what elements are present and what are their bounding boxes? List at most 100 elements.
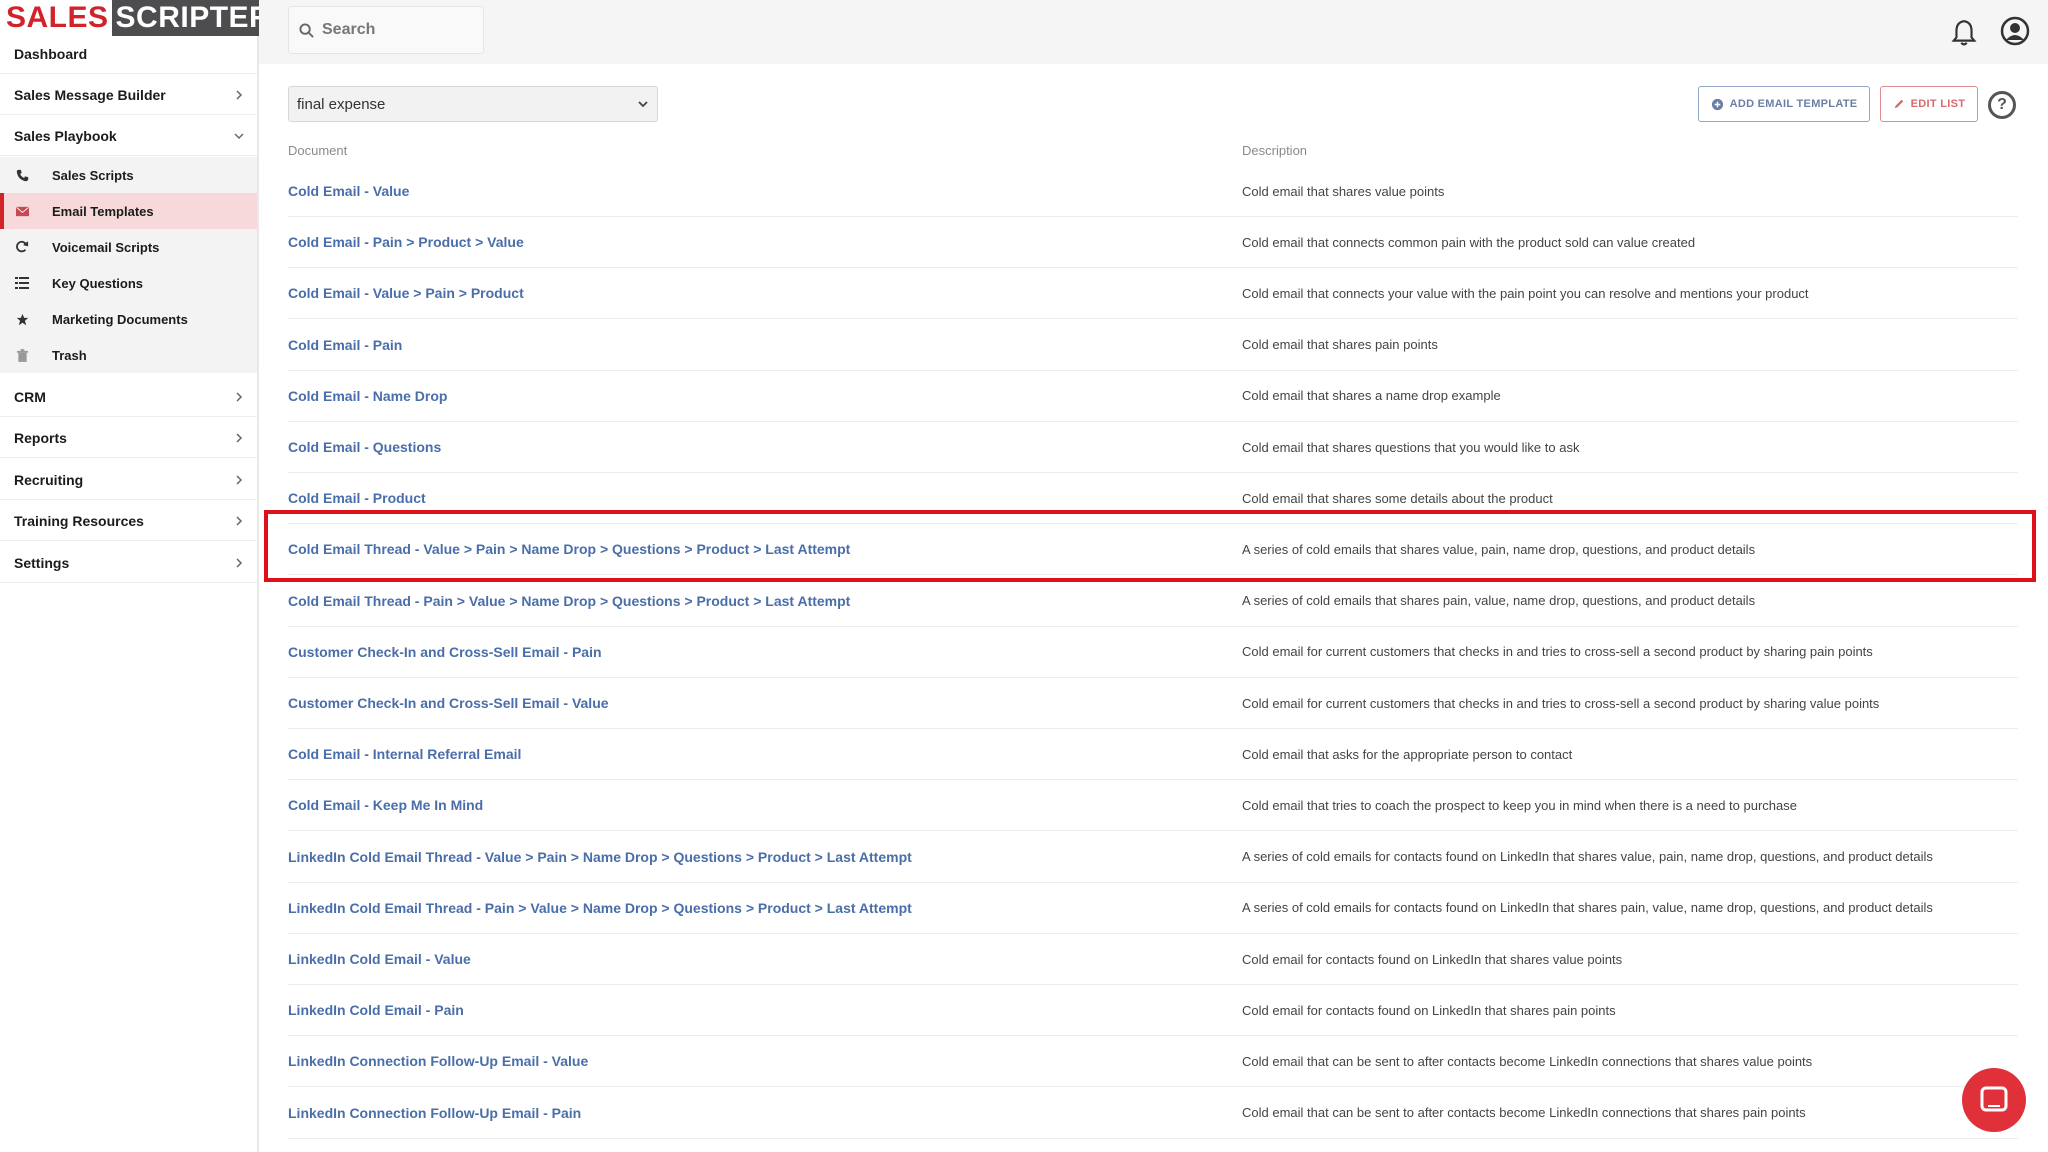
search-icon bbox=[299, 22, 314, 38]
table-row[interactable]: LinkedIn Cold Email - Pain Cold email for… bbox=[288, 985, 2018, 1037]
sidebar-item-dashboard[interactable]: Dashboard bbox=[0, 34, 257, 74]
document-description: Cold email that connects your value with… bbox=[1242, 285, 1809, 301]
add-email-template-button[interactable]: ADD EMAIL TEMPLATE bbox=[1698, 86, 1870, 122]
document-link[interactable]: LinkedIn Cold Email - Pain bbox=[288, 1002, 1242, 1018]
chevron-right-icon bbox=[236, 391, 243, 402]
sidebar-subitem-voicemail-scripts[interactable]: Voicemail Scripts bbox=[0, 229, 257, 265]
document-link[interactable]: LinkedIn Cold Email - Value bbox=[288, 951, 1242, 967]
category-select[interactable]: final expense bbox=[288, 86, 658, 122]
add-email-template-label: ADD EMAIL TEMPLATE bbox=[1729, 98, 1858, 110]
document-link[interactable]: Cold Email - Value bbox=[288, 183, 1242, 199]
table-row[interactable]: Cold Email - Value Cold email that shares… bbox=[288, 166, 2018, 217]
chevron-right-icon bbox=[236, 474, 243, 485]
table-row[interactable]: LinkedIn Cold Email Thread - Pain > Valu… bbox=[288, 883, 2018, 934]
table-row[interactable]: Cold Email - Internal Referral Email Cold… bbox=[288, 729, 2018, 781]
table-row[interactable]: Cold Email - Keep Me In Mind Cold email t… bbox=[288, 780, 2018, 832]
sidebar-subitem-label: Key Questions bbox=[52, 275, 144, 291]
pencil-icon bbox=[1894, 99, 1903, 109]
sidebar-item-crm[interactable]: CRM bbox=[0, 377, 257, 417]
sidebar-subitem-label: Marketing Documents bbox=[52, 311, 188, 327]
chat-launcher-button[interactable] bbox=[1962, 1068, 2026, 1132]
document-link[interactable]: Cold Email - Product bbox=[288, 490, 1242, 506]
email-icon bbox=[14, 203, 30, 219]
sidebar-subitem-label: Sales Scripts bbox=[52, 167, 134, 183]
table-header: Document Description bbox=[288, 136, 2018, 164]
sidebar-subitem-marketing-documents[interactable]: Marketing Documents bbox=[0, 301, 257, 337]
sidebar-item-sales-message-builder[interactable]: Sales Message Builder bbox=[0, 75, 257, 115]
chevron-right-icon bbox=[236, 515, 243, 526]
sidebar-subitem-key-questions[interactable]: Key Questions bbox=[0, 265, 257, 301]
sidebar-subitem-sales-scripts[interactable]: Sales Scripts bbox=[0, 157, 257, 193]
document-link[interactable]: LinkedIn Cold Email Thread - Pain > Valu… bbox=[288, 900, 1242, 916]
table-row[interactable]: Customer Check-In and Cross-Sell Email -… bbox=[288, 678, 2018, 729]
document-description: Cold email for contacts found on LinkedI… bbox=[1242, 1002, 1616, 1018]
sidebar-subitem-email-templates[interactable]: Email Templates bbox=[0, 193, 257, 229]
document-link[interactable]: LinkedIn Connection Follow-Up Email - Pa… bbox=[288, 1105, 1242, 1121]
sidebar-item-recruiting[interactable]: Recruiting bbox=[0, 460, 257, 500]
document-link[interactable]: Cold Email Thread - Value > Pain > Name … bbox=[288, 541, 1242, 557]
document-description: Cold email that connects common pain wit… bbox=[1242, 234, 1696, 250]
help-icon[interactable]: ? bbox=[1988, 91, 2016, 119]
logo[interactable]: SALES SCRIPTER bbox=[0, 0, 278, 36]
document-link[interactable]: Cold Email - Questions bbox=[288, 439, 1242, 455]
table-row[interactable]: LinkedIn Connection Follow-Up Email - Va… bbox=[288, 1036, 2018, 1088]
phone-icon bbox=[14, 167, 30, 183]
table-row[interactable]: Cold Email Thread - Pain > Value > Name … bbox=[288, 576, 2018, 627]
document-link[interactable]: Cold Email - Keep Me In Mind bbox=[288, 797, 1242, 813]
document-description: Cold email that shares questions that yo… bbox=[1242, 439, 1580, 455]
chevron-down-icon bbox=[638, 101, 648, 108]
table-row[interactable]: Cold Email - Pain > Product > Value Cold … bbox=[288, 217, 2018, 269]
table-row[interactable]: LinkedIn Cold Email - Value Cold email fo… bbox=[288, 934, 2018, 985]
sidebar-item-label: Sales Playbook bbox=[14, 127, 117, 144]
document-link[interactable]: Cold Email - Name Drop bbox=[288, 388, 1242, 404]
list-icon bbox=[14, 275, 30, 291]
sidebar-item-label: Dashboard bbox=[14, 45, 88, 62]
document-link[interactable]: Cold Email - Value > Pain > Product bbox=[288, 285, 1242, 301]
sidebar-item-label: CRM bbox=[14, 388, 46, 405]
chevron-right-icon bbox=[236, 557, 243, 568]
table-row[interactable]: Cold Email - Product Cold email that shar… bbox=[288, 473, 2018, 525]
document-description: Cold email that shares pain points bbox=[1242, 337, 1438, 353]
table-row[interactable]: Customer Check-In and Cross-Sell Email -… bbox=[288, 627, 2018, 678]
chevron-down-icon bbox=[234, 132, 244, 139]
document-link[interactable]: Cold Email Thread - Pain > Value > Name … bbox=[288, 593, 1242, 609]
document-description: Cold email that can be sent to after con… bbox=[1242, 1105, 1806, 1121]
sidebar-subitem-label: Trash bbox=[52, 347, 87, 363]
table-row[interactable]: Cold Email - Pain Cold email that shares … bbox=[288, 320, 2018, 371]
document-link[interactable]: LinkedIn Connection Follow-Up Email - Va… bbox=[288, 1053, 1242, 1069]
document-link[interactable]: Cold Email - Internal Referral Email bbox=[288, 746, 1242, 762]
document-link[interactable]: LinkedIn Cold Email Thread - Value > Pai… bbox=[288, 849, 1242, 865]
edit-list-button[interactable]: EDIT LIST bbox=[1880, 86, 1978, 122]
search-input[interactable] bbox=[320, 20, 474, 40]
sidebar-item-training-resources[interactable]: Training Resources bbox=[0, 501, 257, 541]
table-row[interactable]: LinkedIn Cold Email Thread - Value > Pai… bbox=[288, 832, 2018, 883]
document-description: A series of cold emails that shares valu… bbox=[1242, 541, 1756, 557]
document-link[interactable]: Customer Check-In and Cross-Sell Email -… bbox=[288, 644, 1242, 660]
document-link[interactable]: Cold Email - Pain bbox=[288, 337, 1242, 353]
help-label: ? bbox=[1997, 96, 2007, 113]
document-link[interactable]: Customer Check-In and Cross-Sell Email -… bbox=[288, 695, 1242, 711]
document-description: Cold email that can be sent to after con… bbox=[1242, 1053, 1813, 1069]
table-row[interactable]: LinkedIn Connection Follow-Up Email - Pa… bbox=[288, 1088, 2018, 1139]
sidebar-item-label: Training Resources bbox=[14, 512, 144, 529]
sidebar-item-label: Recruiting bbox=[14, 471, 84, 488]
search-box[interactable] bbox=[288, 6, 484, 54]
sidebar-item-reports[interactable]: Reports bbox=[0, 418, 257, 458]
document-description: Cold email that tries to coach the prosp… bbox=[1242, 797, 1797, 813]
sidebar: SALES SCRIPTER Dashboard Sales Message Bu… bbox=[0, 0, 278, 1152]
chevron-right-icon bbox=[236, 89, 243, 100]
table-row[interactable]: Cold Email Thread - Value > Pain > Name … bbox=[288, 524, 2018, 576]
document-link[interactable]: Cold Email - Pain > Product > Value bbox=[288, 234, 1242, 250]
table-row[interactable]: Cold Email - Name Drop Cold email that sh… bbox=[288, 371, 2018, 422]
sidebar-item-sales-playbook[interactable]: Sales Playbook bbox=[0, 116, 257, 156]
sidebar-subitem-trash[interactable]: Trash bbox=[0, 337, 257, 373]
sidebar-item-settings[interactable]: Settings bbox=[0, 543, 257, 583]
table-row[interactable]: Cold Email - Value > Pain > Product Cold … bbox=[288, 268, 2018, 320]
sidebar-subitem-label: Email Templates bbox=[52, 203, 154, 219]
bell-icon[interactable] bbox=[1951, 18, 1977, 46]
user-avatar-icon[interactable] bbox=[2000, 16, 2030, 46]
document-description: A series of cold emails for contacts fou… bbox=[1242, 849, 1933, 865]
plus-circle-icon bbox=[1711, 98, 1723, 110]
document-description: Cold email that asks for the appropriate… bbox=[1242, 746, 1573, 762]
table-row[interactable]: Cold Email - Questions Cold email that sh… bbox=[288, 422, 2018, 473]
